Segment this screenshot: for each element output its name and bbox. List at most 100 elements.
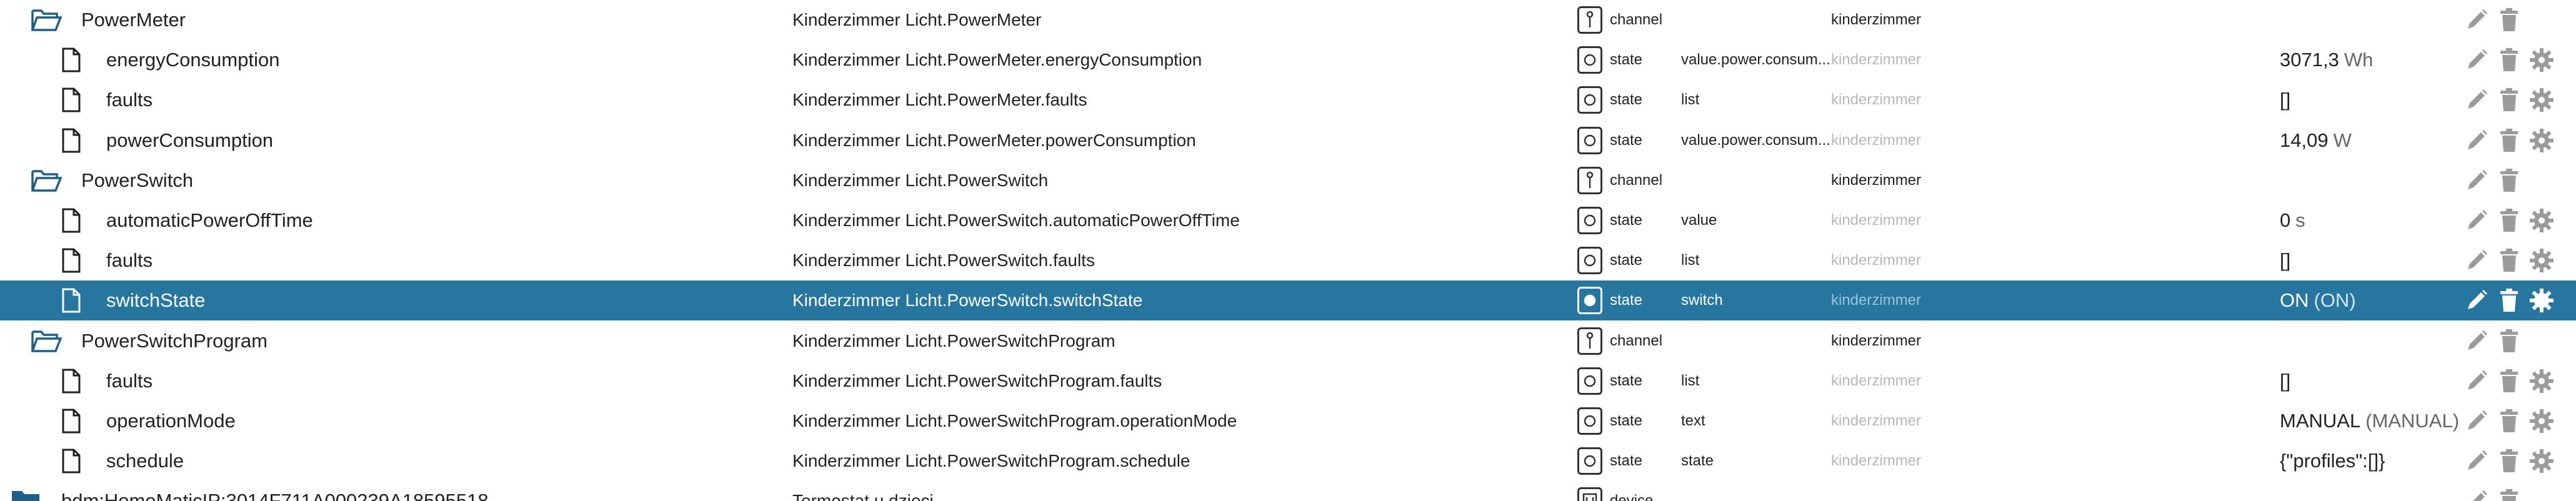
edit-pencil-icon[interactable] xyxy=(2462,487,2491,501)
edit-pencil-icon[interactable] xyxy=(2462,166,2491,195)
row-actions xyxy=(2462,401,2575,441)
object-type: state xyxy=(1610,91,1643,108)
object-value[interactable]: [] xyxy=(2280,241,2467,280)
object-id[interactable]: PowerMeter xyxy=(81,9,186,31)
object-value[interactable]: {"profiles":[]} xyxy=(2280,441,2467,481)
settings-gear-icon[interactable] xyxy=(2527,286,2556,315)
object-room: kinderzimmer xyxy=(1831,252,1922,269)
table-row[interactable]: faults Kinderzimmer Licht.PowerSwitchProg… xyxy=(0,361,2576,401)
table-row[interactable]: energyConsumption Kinderzimmer Licht.Powe… xyxy=(0,40,2576,80)
object-name: Kinderzimmer Licht.PowerSwitch.faults xyxy=(792,250,1095,270)
settings-gear-icon[interactable] xyxy=(2527,206,2556,235)
object-value[interactable]: 0s xyxy=(2280,201,2467,241)
table-row[interactable]: operationMode Kinderzimmer Licht.PowerSwi… xyxy=(0,401,2576,441)
object-id[interactable]: PowerSwitchProgram xyxy=(81,330,267,352)
object-value[interactable]: MANUAL (MANUAL) xyxy=(2280,401,2467,441)
delete-trash-icon[interactable] xyxy=(2495,487,2524,501)
row-actions xyxy=(2462,161,2575,201)
edit-pencil-icon[interactable] xyxy=(2462,206,2491,235)
object-id[interactable]: faults xyxy=(106,370,152,392)
table-row[interactable]: switchState Kinderzimmer Licht.PowerSwitc… xyxy=(0,280,2576,320)
object-name: Kinderzimmer Licht.PowerSwitch.automatic… xyxy=(792,211,1240,230)
edit-pencil-icon[interactable] xyxy=(2462,126,2491,155)
table-row[interactable]: faults Kinderzimmer Licht.PowerMeter.faul… xyxy=(0,80,2576,120)
settings-gear-icon[interactable] xyxy=(2527,126,2556,155)
delete-trash-icon[interactable] xyxy=(2495,367,2524,395)
delete-trash-icon[interactable] xyxy=(2495,86,2524,114)
object-id[interactable]: energyConsumption xyxy=(106,49,279,71)
object-id[interactable]: faults xyxy=(106,89,152,111)
settings-gear-icon[interactable] xyxy=(2527,86,2556,114)
state-type-icon xyxy=(1577,127,1602,154)
table-row[interactable]: schedule Kinderzimmer Licht.PowerSwitchPr… xyxy=(0,441,2576,481)
delete-trash-icon[interactable] xyxy=(2495,166,2524,195)
delete-trash-icon[interactable] xyxy=(2495,46,2524,74)
delete-trash-icon[interactable] xyxy=(2495,6,2524,34)
delete-trash-icon[interactable] xyxy=(2495,447,2524,475)
settings-gear-icon[interactable] xyxy=(2527,447,2556,475)
object-value[interactable]: ON (ON) xyxy=(2280,280,2467,320)
object-id[interactable]: PowerSwitch xyxy=(81,169,193,192)
edit-pencil-icon[interactable] xyxy=(2462,86,2491,114)
delete-trash-icon[interactable] xyxy=(2495,327,2524,355)
object-value[interactable]: [] xyxy=(2280,80,2467,120)
object-id[interactable]: schedule xyxy=(106,450,184,472)
row-actions xyxy=(2462,280,2575,320)
table-row[interactable]: bdm:HomeMaticIP:3014F711A000239A18595518… xyxy=(0,481,2576,501)
edit-pencil-icon[interactable] xyxy=(2462,407,2491,435)
object-id[interactable]: faults xyxy=(106,249,152,272)
object-value[interactable]: [] xyxy=(2280,361,2467,401)
settings-gear-icon[interactable] xyxy=(2527,407,2556,435)
object-name: Kinderzimmer Licht.PowerMeter.faults xyxy=(792,90,1087,109)
name-cell: faults xyxy=(0,80,750,120)
object-value[interactable] xyxy=(2280,481,2467,501)
edit-pencil-icon[interactable] xyxy=(2462,246,2491,275)
folder-icon[interactable] xyxy=(27,161,65,201)
name-cell: automaticPowerOffTime xyxy=(0,201,750,241)
table-row[interactable]: PowerMeter Kinderzimmer Licht.PowerMeter c… xyxy=(0,0,2576,40)
edit-pencil-icon[interactable] xyxy=(2462,367,2491,395)
object-value[interactable]: 3071,3 Wh xyxy=(2280,40,2467,80)
settings-gear-icon[interactable] xyxy=(2527,46,2556,74)
table-row[interactable]: powerConsumption Kinderzimmer Licht.Power… xyxy=(0,121,2576,161)
folder-icon[interactable] xyxy=(27,0,65,40)
folder-icon[interactable] xyxy=(27,321,65,361)
edit-pencil-icon[interactable] xyxy=(2462,327,2491,355)
object-value[interactable]: 14,09 W xyxy=(2280,121,2467,161)
object-value[interactable] xyxy=(2280,0,2467,40)
device-type-icon xyxy=(1577,487,1602,501)
object-id[interactable]: switchState xyxy=(106,289,206,312)
settings-gear-icon[interactable] xyxy=(2527,246,2556,275)
object-type: state xyxy=(1610,452,1643,469)
object-id[interactable]: powerConsumption xyxy=(106,129,273,152)
file-icon xyxy=(52,280,90,320)
table-row[interactable]: PowerSwitch Kinderzimmer Licht.PowerSwitc… xyxy=(0,161,2576,201)
row-actions xyxy=(2462,40,2575,80)
object-value[interactable] xyxy=(2280,321,2467,361)
edit-pencil-icon[interactable] xyxy=(2462,6,2491,34)
edit-pencil-icon[interactable] xyxy=(2462,447,2491,475)
file-icon xyxy=(52,201,90,241)
object-room: kinderzimmer xyxy=(1831,11,1922,28)
delete-trash-icon[interactable] xyxy=(2495,126,2524,155)
delete-trash-icon[interactable] xyxy=(2495,286,2524,315)
delete-trash-icon[interactable] xyxy=(2495,206,2524,235)
table-row[interactable]: faults Kinderzimmer Licht.PowerSwitch.fau… xyxy=(0,241,2576,280)
edit-pencil-icon[interactable] xyxy=(2462,46,2491,74)
delete-trash-icon[interactable] xyxy=(2495,246,2524,275)
object-role: value.power.consum... xyxy=(1681,51,1830,68)
value-text: [] xyxy=(2280,370,2291,392)
object-type: state xyxy=(1610,372,1643,389)
object-value[interactable] xyxy=(2280,161,2467,201)
settings-gear-icon[interactable] xyxy=(2527,367,2556,395)
edit-pencil-icon[interactable] xyxy=(2462,286,2491,315)
object-id[interactable]: automaticPowerOffTime xyxy=(106,209,313,232)
table-row[interactable]: PowerSwitchProgram Kinderzimmer Licht.Pow… xyxy=(0,321,2576,361)
value-text: 3071,3 xyxy=(2280,49,2339,71)
object-id[interactable]: operationMode xyxy=(106,410,236,432)
object-id[interactable]: bdm:HomeMaticIP:3014F711A000239A18595518 xyxy=(61,490,489,501)
delete-trash-icon[interactable] xyxy=(2495,407,2524,435)
table-row[interactable]: automaticPowerOffTime Kinderzimmer Licht.… xyxy=(0,201,2576,241)
folder-icon[interactable] xyxy=(7,481,45,501)
name-cell: faults xyxy=(0,361,750,401)
